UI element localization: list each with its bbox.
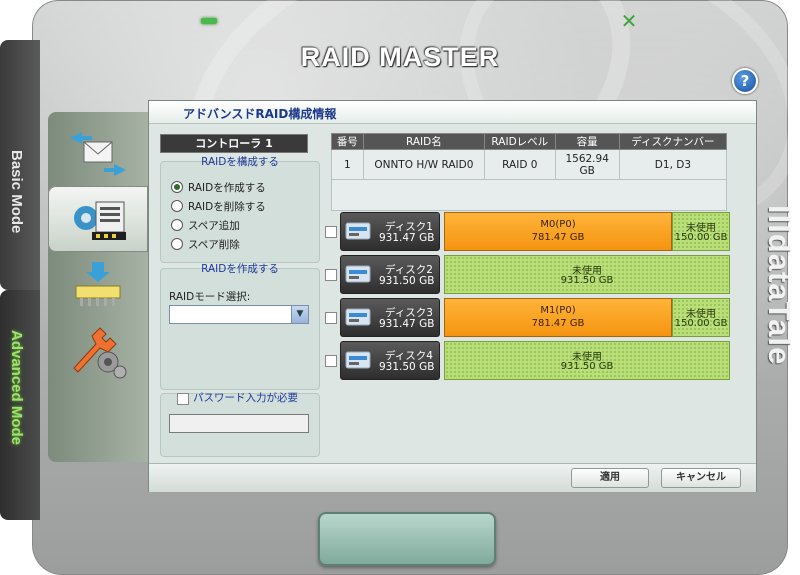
basic-mode-label: Basic Mode <box>8 150 25 234</box>
raid-segment[interactable]: M0(P0) 781.47 GB <box>444 212 672 251</box>
table-cell: RAID 0 <box>484 149 556 180</box>
disk-row: ディスク4 931.50 GB 未使用 931.50 GB <box>325 341 730 380</box>
table-row-empty <box>331 179 727 211</box>
help-icon: ? <box>740 72 750 90</box>
function-icon-column <box>48 112 148 462</box>
brand-logo: IIIdataTale <box>762 205 797 366</box>
disk-checkbox[interactable] <box>325 269 337 281</box>
disk-size: 931.50 GB <box>379 361 435 373</box>
password-required-checkbox[interactable] <box>177 393 189 405</box>
tools-icon <box>73 327 127 379</box>
radio-label: RAIDを削除する <box>188 200 266 213</box>
radio-add-spare[interactable]: スペア追加 <box>171 217 240 233</box>
tools-tab[interactable] <box>48 318 148 384</box>
transfer-tab[interactable] <box>48 120 148 186</box>
table-cell: D1, D3 <box>618 149 728 180</box>
segment-size: 781.47 GB <box>531 232 585 243</box>
group-legend: RAIDを作成する <box>201 263 279 275</box>
disk-row: ディスク1 931.47 GB M0(P0) 781.47 GB 未使用 150… <box>325 212 730 251</box>
radio-create-raid[interactable]: RAIDを作成する <box>171 179 266 195</box>
disk-size: 931.50 GB <box>379 275 435 287</box>
free-segment[interactable]: 未使用 931.50 GB <box>444 255 730 294</box>
raid-config-icon <box>74 201 126 240</box>
advanced-raid-panel: アドバンスドRAID構成情報 コントローラ 1 RAIDを構成する RAIDを作… <box>148 100 757 492</box>
bottom-action-button[interactable] <box>318 512 496 566</box>
table-cell: 1 <box>331 149 364 180</box>
table-header: 容量 <box>554 133 620 150</box>
minimize-button[interactable] <box>201 18 217 24</box>
raid-mode-select[interactable]: ▼ <box>169 305 309 324</box>
panel-footer: 適用 キャンセル <box>149 463 756 492</box>
group-legend: RAIDを構成する <box>201 156 279 168</box>
controller-label: コントローラ 1 <box>160 134 308 153</box>
cancel-button[interactable]: キャンセル <box>661 468 741 488</box>
close-icon: ✕ <box>620 9 638 33</box>
chevron-down-icon[interactable]: ▼ <box>291 306 308 323</box>
free-segment[interactable]: 未使用 150.00 GB <box>672 298 730 337</box>
segment-size: 150.00 GB <box>674 318 728 329</box>
radio-label: スペア追加 <box>188 219 240 232</box>
raid-mode-label: RAIDモード選択: <box>169 291 251 303</box>
disk-checkbox[interactable] <box>325 226 337 238</box>
disk-size: 931.47 GB <box>379 318 435 330</box>
disk-row: ディスク3 931.47 GB M1(P0) 781.47 GB 未使用 150… <box>325 298 730 337</box>
segment-label: M0(P0) <box>540 219 576 230</box>
table-cell: 1562.94 GB <box>554 149 620 180</box>
disk-info[interactable]: ディスク1 931.47 GB <box>340 212 440 251</box>
disk-checkbox[interactable] <box>325 312 337 324</box>
radio-label: RAIDを作成する <box>188 181 266 194</box>
close-button[interactable]: ✕ <box>618 10 640 32</box>
raid-config-group: RAIDを構成する RAIDを作成する RAIDを削除する スペア追加 スペア削… <box>160 156 320 263</box>
raid-table: 番号 RAID名 RAIDレベル 容量 ディスクナンバー 1 ONNTO H/W… <box>331 133 728 211</box>
panel-title: アドバンスドRAID構成情報 <box>183 107 337 121</box>
disk-info[interactable]: ディスク2 931.50 GB <box>340 255 440 294</box>
segment-size: 931.50 GB <box>560 361 614 372</box>
password-input[interactable] <box>169 414 309 433</box>
radio-indicator[interactable] <box>171 219 183 231</box>
table-header: RAIDレベル <box>484 133 556 150</box>
raid-config-tab[interactable] <box>48 186 148 252</box>
segment-size: 931.50 GB <box>560 275 614 286</box>
table-header-row: 番号 RAID名 RAIDレベル 容量 ディスクナンバー <box>331 133 728 150</box>
hard-disk-icon <box>345 351 371 369</box>
password-required-label: パスワード入力が必要 <box>193 392 298 404</box>
raid-segment[interactable]: M1(P0) 781.47 GB <box>444 298 672 337</box>
disk-info[interactable]: ディスク3 931.47 GB <box>340 298 440 337</box>
hard-disk-icon <box>345 308 371 326</box>
radio-indicator[interactable] <box>171 238 183 250</box>
hard-disk-icon <box>345 222 371 240</box>
panel-header: アドバンスドRAID構成情報 <box>149 101 756 124</box>
table-cell-empty <box>331 179 727 211</box>
radio-indicator[interactable] <box>171 181 183 193</box>
app-title: RAID MASTER <box>300 42 500 72</box>
table-header: 番号 <box>331 133 364 150</box>
segment-size: 150.00 GB <box>674 232 728 243</box>
disk-checkbox[interactable] <box>325 355 337 367</box>
transfer-icon <box>70 132 126 176</box>
table-row[interactable]: 1 ONNTO H/W RAID0 RAID 0 1562.94 GB D1, … <box>331 149 728 180</box>
free-segment[interactable]: 未使用 931.50 GB <box>444 341 730 380</box>
free-segment[interactable]: 未使用 150.00 GB <box>672 212 730 251</box>
disk-info[interactable]: ディスク4 931.50 GB <box>340 341 440 380</box>
radio-indicator[interactable] <box>171 200 183 212</box>
advanced-mode-label: Advanced Mode <box>8 330 25 446</box>
radio-delete-raid[interactable]: RAIDを削除する <box>171 198 266 214</box>
segment-size: 781.47 GB <box>531 318 585 329</box>
raid-install-icon <box>75 262 121 306</box>
table-header: RAID名 <box>362 133 486 150</box>
raid-create-group: RAIDを作成する RAIDモード選択: ▼ <box>160 263 320 390</box>
apply-button[interactable]: 適用 <box>571 468 649 488</box>
table-cell: ONNTO H/W RAID0 <box>362 149 486 180</box>
disk-row: ディスク2 931.50 GB 未使用 931.50 GB <box>325 255 730 294</box>
segment-label: M1(P0) <box>540 305 576 316</box>
table-header: ディスクナンバー <box>618 133 728 150</box>
raid-install-tab[interactable] <box>48 252 148 318</box>
radio-delete-spare[interactable]: スペア削除 <box>171 236 240 252</box>
hard-disk-icon <box>345 265 371 283</box>
disk-size: 931.47 GB <box>379 232 435 244</box>
radio-label: スペア削除 <box>188 238 240 251</box>
help-button[interactable]: ? <box>732 68 758 94</box>
